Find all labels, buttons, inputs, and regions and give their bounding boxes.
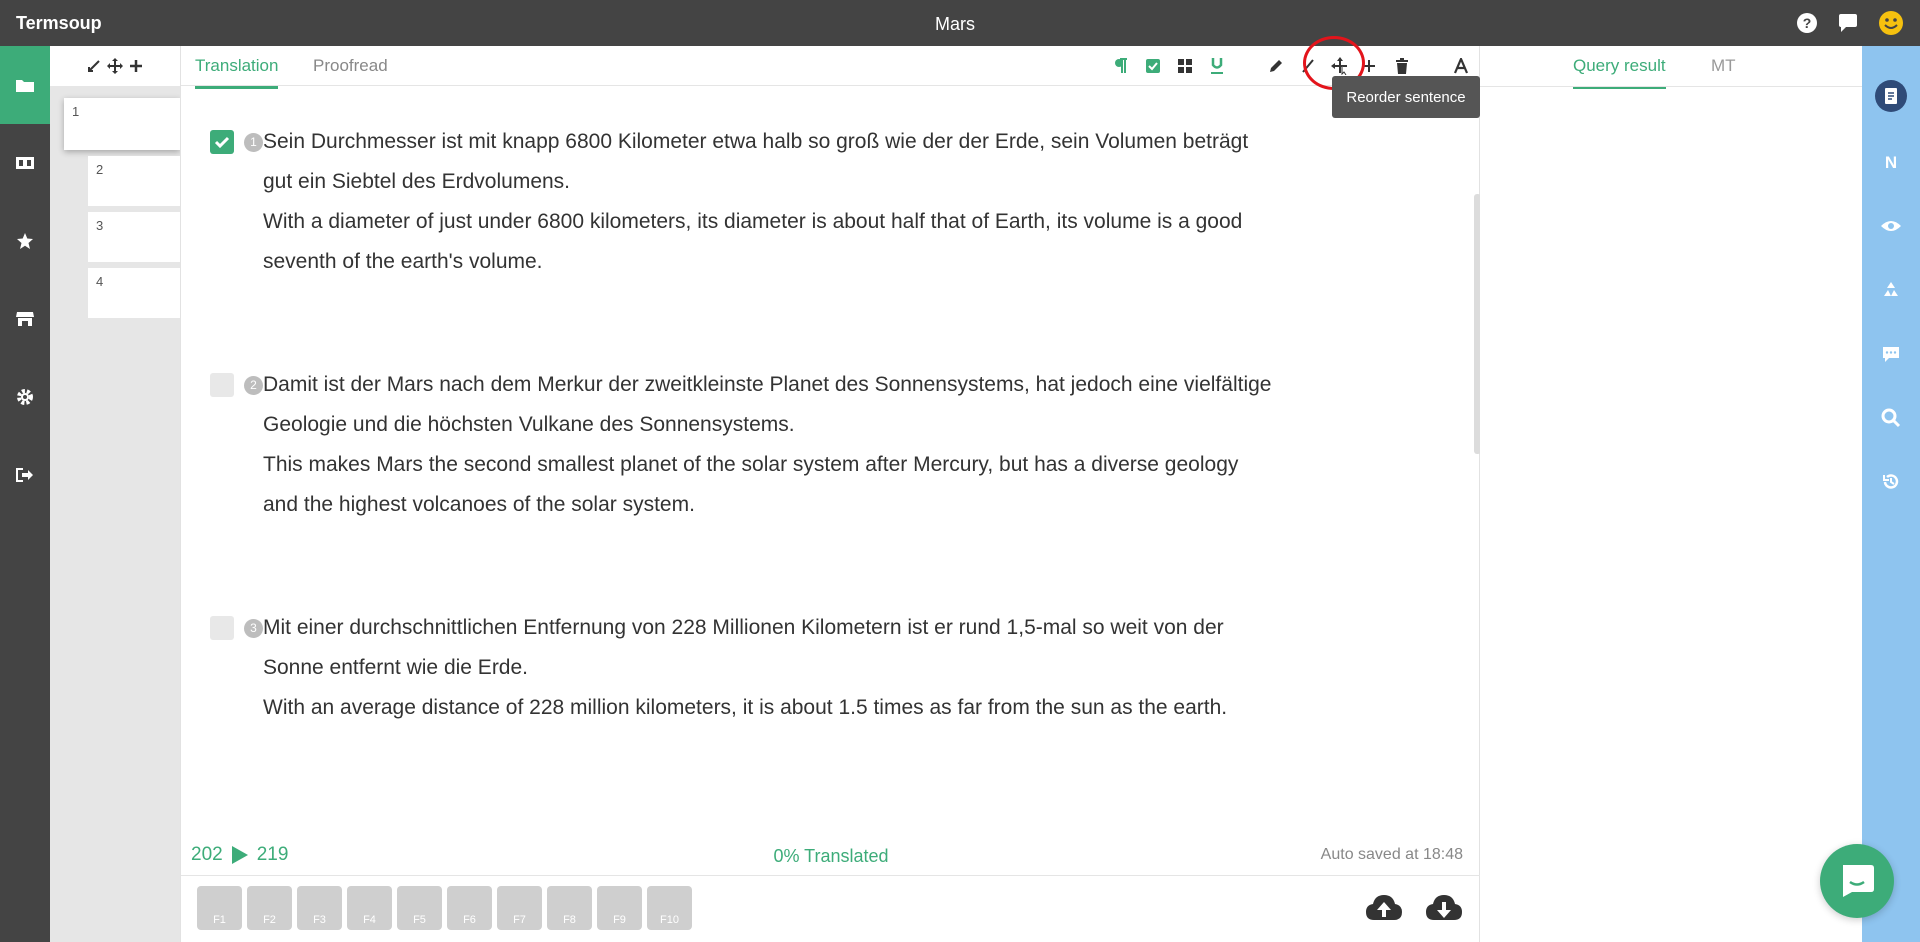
function-key[interactable]: F2: [247, 886, 292, 930]
function-keys: F1 F2 F3 F4 F5 F6 F7 F8 F9 F10: [197, 886, 692, 930]
segment: 3 Mit einer durchschnittlichen Entfernun…: [193, 608, 1393, 748]
document-icon[interactable]: [1875, 80, 1907, 112]
gear-icon: [17, 389, 33, 405]
translation-editor: Translation Proofread 1 Sein Durchmesser…: [180, 46, 1481, 942]
folder-icon: [16, 80, 34, 92]
source-text-line: Geologie und die höchsten Vulkane des So…: [263, 413, 795, 436]
folder-nav-button[interactable]: [0, 46, 50, 124]
logout-icon: [16, 468, 33, 482]
function-key[interactable]: F9: [597, 886, 642, 930]
editor-tabs: Translation Proofread: [181, 46, 1481, 89]
n-letter-icon[interactable]: N: [1877, 148, 1905, 176]
function-key[interactable]: F10: [647, 886, 692, 930]
function-key[interactable]: F8: [547, 886, 592, 930]
document-title: Mars: [935, 14, 975, 34]
chat-bubble-icon[interactable]: [1837, 12, 1859, 34]
store-nav-button[interactable]: [0, 280, 50, 358]
history-icon[interactable]: [1877, 468, 1905, 496]
plus-icon[interactable]: [129, 59, 143, 73]
page-thumbnail[interactable]: 3: [88, 212, 180, 262]
source-text-line: Sein Durchmesser ist mit knapp 6800 Kilo…: [263, 130, 1249, 153]
function-key[interactable]: F1: [197, 886, 242, 930]
comment-icon[interactable]: [1877, 340, 1905, 368]
thumbnail-toolbar: [50, 46, 180, 86]
target-text-line: With an average distance of 228 million …: [263, 696, 1228, 719]
thumbnail-panel: 1 2 3 4: [50, 46, 180, 942]
eye-icon[interactable]: [1877, 212, 1905, 240]
target-text[interactable]: This makes Mars the second smallest plan…: [263, 445, 1383, 525]
segment-number: 1: [244, 133, 263, 152]
target-text-line: and the highest volcanoes of the solar s…: [263, 493, 695, 516]
translation-progress: 0% Translated: [773, 846, 889, 866]
target-text[interactable]: With a diameter of just under 6800 kilom…: [263, 202, 1383, 282]
segment: 2 Damit ist der Mars nach dem Merkur der…: [193, 365, 1393, 545]
search-icon[interactable]: [1877, 404, 1905, 432]
segment: 1 Sein Durchmesser ist mit knapp 6800 Ki…: [193, 122, 1393, 302]
source-text[interactable]: Mit einer durchschnittlichen Entfernung …: [263, 608, 1383, 688]
reorder-tooltip: Reorder sentence: [1332, 76, 1480, 118]
segment-checkbox[interactable]: [210, 373, 234, 397]
function-key[interactable]: F6: [447, 886, 492, 930]
query-panel: Query result MT: [1480, 46, 1862, 942]
target-text-line: With a diameter of just under 6800 kilom…: [263, 210, 1243, 233]
target-text[interactable]: With an average distance of 228 million …: [263, 688, 1383, 728]
svg-text:N: N: [1885, 153, 1897, 171]
paragraph-icon[interactable]: [1111, 56, 1131, 76]
source-text-line: gut ein Siebtel des Erdvolumens.: [263, 170, 571, 193]
target-text-line: seventh of the earth's volume.: [263, 250, 543, 273]
tab-translation[interactable]: Translation: [195, 56, 279, 89]
recycle-icon[interactable]: [1877, 276, 1905, 304]
page-thumbnail[interactable]: 4: [88, 268, 180, 318]
function-key[interactable]: F3: [297, 886, 342, 930]
svg-text:?: ?: [1803, 15, 1812, 31]
function-key[interactable]: F4: [347, 886, 392, 930]
move-icon[interactable]: [107, 58, 123, 74]
tab-divider: [1480, 86, 1862, 87]
left-sidebar: [0, 46, 50, 942]
star-nav-button[interactable]: [0, 202, 50, 280]
segment-checkbox[interactable]: [210, 130, 234, 154]
pencil-icon[interactable]: [1266, 56, 1286, 76]
source-text-line: Sonne entfernt wie die Erde.: [263, 656, 529, 679]
right-sidebar: N: [1862, 46, 1920, 942]
tab-mt[interactable]: MT: [1711, 56, 1736, 86]
source-text-line: Mit einer durchschnittlichen Entfernung …: [263, 616, 1224, 639]
logout-nav-button[interactable]: [0, 436, 50, 514]
chat-support-button[interactable]: [1820, 844, 1894, 918]
checkbox-icon[interactable]: [1143, 56, 1163, 76]
cloud-download-icon[interactable]: [1425, 892, 1463, 924]
trash-icon[interactable]: [1392, 56, 1412, 76]
target-text-line: This makes Mars the second smallest plan…: [263, 453, 1239, 476]
segment-number: 2: [244, 376, 263, 395]
chat-support-icon: [1843, 865, 1874, 897]
top-bar: Termsoup Mars ?: [0, 0, 1920, 46]
smiley-face-icon[interactable]: [1878, 10, 1904, 36]
cloud-upload-icon[interactable]: [1365, 892, 1403, 924]
function-key[interactable]: F7: [497, 886, 542, 930]
help-icon[interactable]: ?: [1796, 12, 1818, 34]
star-icon: [17, 233, 33, 249]
source-text[interactable]: Damit ist der Mars nach dem Merkur der z…: [263, 365, 1383, 445]
autosave-status: Auto saved at 18:48: [1320, 846, 1463, 863]
store-icon: [16, 312, 34, 326]
source-text-line: Damit ist der Mars nach dem Merkur der z…: [263, 373, 1272, 396]
status-bar: 202 219 0% Translated Auto saved at 18:4…: [181, 836, 1481, 876]
tab-proofread[interactable]: Proofread: [313, 56, 388, 86]
function-key[interactable]: F5: [397, 886, 442, 930]
segment-number: 3: [244, 619, 263, 638]
segment-checkbox[interactable]: [210, 616, 234, 640]
grid-icon[interactable]: [1175, 56, 1195, 76]
page-thumbnail[interactable]: 1: [64, 98, 180, 150]
film-icon: [16, 157, 34, 169]
tab-query-result[interactable]: Query result: [1573, 56, 1666, 89]
source-text[interactable]: Sein Durchmesser ist mit knapp 6800 Kilo…: [263, 122, 1383, 202]
underline-icon[interactable]: [1207, 56, 1227, 76]
font-icon[interactable]: [1451, 56, 1471, 76]
settings-nav-button[interactable]: [0, 358, 50, 436]
film-nav-button[interactable]: [0, 124, 50, 202]
page-thumbnail[interactable]: 2: [88, 156, 180, 206]
shrink-icon[interactable]: [87, 59, 101, 73]
